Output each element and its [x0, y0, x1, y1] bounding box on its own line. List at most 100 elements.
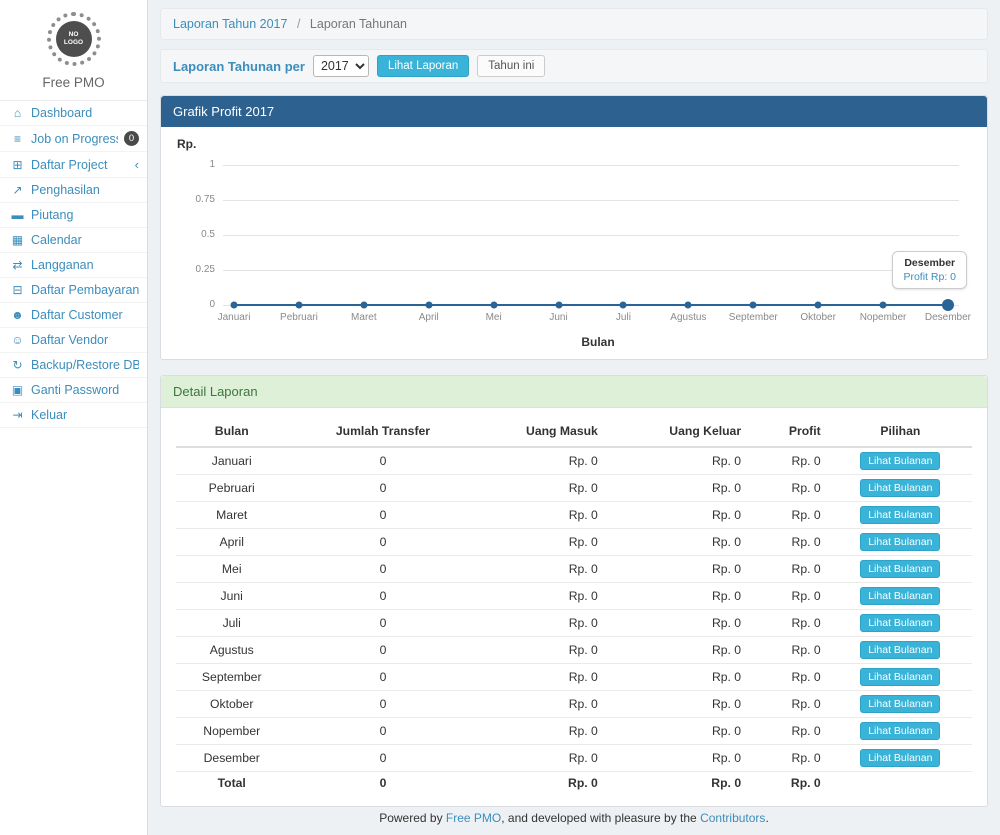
sidebar-item-daftar-vendor[interactable]: ☺ Daftar Vendor — [0, 328, 147, 353]
cell-pilihan: Lihat Bulanan — [829, 556, 972, 583]
chart-point-oktober[interactable] — [815, 302, 822, 309]
cell-masuk: Rp. 0 — [478, 718, 605, 745]
column-header-pilihan: Pilihan — [829, 416, 972, 447]
column-header-profit: Profit — [749, 416, 829, 447]
logo-text: NO LOGO — [62, 31, 86, 47]
chart-point-nopember[interactable] — [880, 302, 887, 309]
x-axis-title: Bulan — [223, 335, 973, 349]
table-row: Juni0Rp. 0Rp. 0Rp. 0Lihat Bulanan — [176, 583, 972, 610]
total-masuk: Rp. 0 — [478, 772, 605, 795]
gridline — [223, 200, 959, 201]
chart-point-september[interactable] — [750, 302, 757, 309]
chart-point-januari[interactable] — [231, 302, 238, 309]
y-tick-label: 0.5 — [177, 229, 215, 240]
cell-pilihan: Lihat Bulanan — [829, 718, 972, 745]
footer-text: , and developed with pleasure by the — [501, 811, 700, 825]
cell-pilihan: Lihat Bulanan — [829, 583, 972, 610]
column-header-uang-keluar: Uang Keluar — [606, 416, 749, 447]
cell-pilihan: Lihat Bulanan — [829, 475, 972, 502]
receivable-icon: ▬ — [10, 208, 25, 222]
sidebar-item-piutang[interactable]: ▬ Piutang — [0, 203, 147, 228]
gridline — [223, 235, 959, 236]
sidebar-item-daftar-pembayaran[interactable]: ⊟ Daftar Pembayaran — [0, 278, 147, 303]
app: NO LOGO Free PMO ⌂ Dashboard ≡ Job on Pr… — [0, 0, 1000, 835]
table-row: Mei0Rp. 0Rp. 0Rp. 0Lihat Bulanan — [176, 556, 972, 583]
lihat-bulanan-button[interactable]: Lihat Bulanan — [860, 533, 940, 551]
chart-point-mei[interactable] — [490, 302, 497, 309]
table-header-row: BulanJumlah TransferUang MasukUang Kelua… — [176, 416, 972, 447]
lihat-bulanan-button[interactable]: Lihat Bulanan — [860, 695, 940, 713]
income-chart-icon: ↗ — [10, 183, 25, 197]
sidebar-item-backup-restore-db[interactable]: ↻ Backup/Restore DB — [0, 353, 147, 378]
cell-bulan: Nopember — [176, 718, 287, 745]
sidebar-item-daftar-project[interactable]: ⊞ Daftar Project ‹ — [0, 152, 147, 178]
year-select[interactable]: 2017 — [313, 55, 369, 77]
tahun-ini-button[interactable]: Tahun ini — [477, 55, 545, 77]
cell-masuk: Rp. 0 — [478, 475, 605, 502]
lihat-bulanan-button[interactable]: Lihat Bulanan — [860, 452, 940, 470]
table-row: Nopember0Rp. 0Rp. 0Rp. 0Lihat Bulanan — [176, 718, 972, 745]
chart-panel: Grafik Profit 2017 Rp. Desember Profit R… — [160, 95, 988, 360]
chart-point-april[interactable] — [425, 302, 432, 309]
lihat-bulanan-button[interactable]: Lihat Bulanan — [860, 722, 940, 740]
cell-jumlah: 0 — [287, 475, 478, 502]
x-tick-label: Maret — [351, 312, 377, 323]
total-jumlah: 0 — [287, 772, 478, 795]
x-tick-label: Nopember — [860, 312, 907, 323]
cell-pilihan: Lihat Bulanan — [829, 664, 972, 691]
cell-profit: Rp. 0 — [749, 637, 829, 664]
cell-pilihan: Lihat Bulanan — [829, 610, 972, 637]
footer-text: Powered by — [379, 811, 446, 825]
column-header-jumlah-transfer: Jumlah Transfer — [287, 416, 478, 447]
backup-restore-icon: ↻ — [10, 358, 25, 372]
cell-profit: Rp. 0 — [749, 664, 829, 691]
lihat-bulanan-button[interactable]: Lihat Bulanan — [860, 479, 940, 497]
contributors-link[interactable]: Contributors — [700, 811, 765, 825]
lihat-bulanan-button[interactable]: Lihat Bulanan — [860, 587, 940, 605]
cell-bulan: Juni — [176, 583, 287, 610]
sign-out-icon: ⇥ — [10, 408, 25, 422]
lihat-bulanan-button[interactable]: Lihat Bulanan — [860, 749, 940, 767]
cell-bulan: Mei — [176, 556, 287, 583]
table-total-row: Total 0 Rp. 0 Rp. 0 Rp. 0 — [176, 772, 972, 795]
breadcrumb-link[interactable]: Laporan Tahun 2017 — [173, 17, 287, 31]
cell-profit: Rp. 0 — [749, 691, 829, 718]
chart-point-juli[interactable] — [620, 302, 627, 309]
cell-profit: Rp. 0 — [749, 556, 829, 583]
lihat-bulanan-button[interactable]: Lihat Bulanan — [860, 614, 940, 632]
cell-bulan: Maret — [176, 502, 287, 529]
cell-keluar: Rp. 0 — [606, 691, 749, 718]
lihat-bulanan-button[interactable]: Lihat Bulanan — [860, 560, 940, 578]
sidebar-item-langganan[interactable]: ⇄ Langganan — [0, 253, 147, 278]
no-logo-stamp-icon: NO LOGO — [47, 12, 101, 66]
sidebar-item-keluar[interactable]: ⇥ Keluar — [0, 403, 147, 428]
chart-point-agustus[interactable] — [685, 302, 692, 309]
cell-masuk: Rp. 0 — [478, 691, 605, 718]
sidebar-item-ganti-password[interactable]: ▣ Ganti Password — [0, 378, 147, 403]
cell-keluar: Rp. 0 — [606, 556, 749, 583]
chart-point-pebruari[interactable] — [295, 302, 302, 309]
cell-masuk: Rp. 0 — [478, 529, 605, 556]
chart-point-juni[interactable] — [555, 302, 562, 309]
x-tick-label: September — [729, 312, 778, 323]
tooltip-value: Profit Rp: 0 — [903, 271, 956, 283]
sidebar-item-dashboard[interactable]: ⌂ Dashboard — [0, 101, 147, 126]
column-header-uang-masuk: Uang Masuk — [478, 416, 605, 447]
y-tick-label: 0.75 — [177, 194, 215, 205]
lihat-bulanan-button[interactable]: Lihat Bulanan — [860, 506, 940, 524]
sidebar-item-calendar[interactable]: ▦ Calendar — [0, 228, 147, 253]
lihat-bulanan-button[interactable]: Lihat Bulanan — [860, 668, 940, 686]
lihat-laporan-button[interactable]: Lihat Laporan — [377, 55, 469, 77]
cell-jumlah: 0 — [287, 556, 478, 583]
sidebar-item-penghasilan[interactable]: ↗ Penghasilan — [0, 178, 147, 203]
sidebar-item-job-on-progress[interactable]: ≡ Job on Progress 0 — [0, 126, 147, 152]
cell-masuk: Rp. 0 — [478, 637, 605, 664]
cell-bulan: Januari — [176, 447, 287, 475]
chart-point-maret[interactable] — [360, 302, 367, 309]
free-pmo-link[interactable]: Free PMO — [446, 811, 501, 825]
total-profit: Rp. 0 — [749, 772, 829, 795]
lihat-bulanan-button[interactable]: Lihat Bulanan — [860, 641, 940, 659]
cell-pilihan: Lihat Bulanan — [829, 637, 972, 664]
chart-point-desember[interactable] — [942, 299, 954, 311]
sidebar-item-daftar-customer[interactable]: ☻ Daftar Customer — [0, 303, 147, 328]
